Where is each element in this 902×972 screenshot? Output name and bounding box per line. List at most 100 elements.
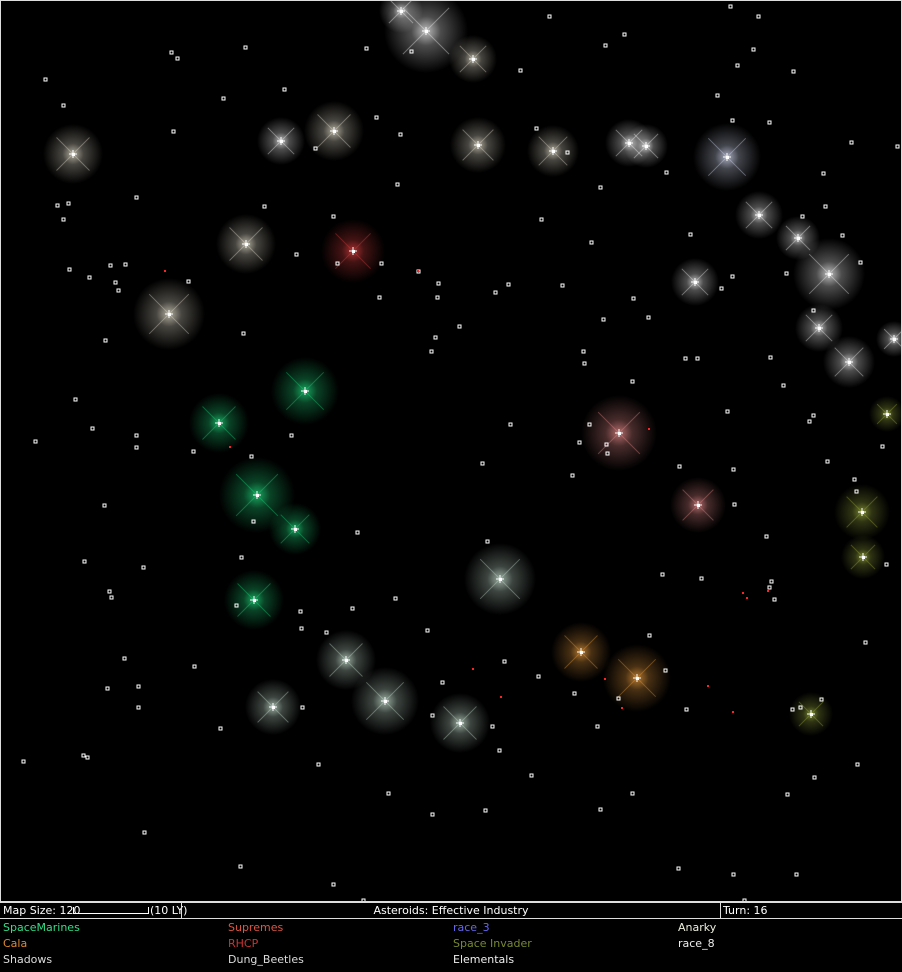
star-system[interactable] — [216, 214, 276, 274]
planet-dot[interactable] — [294, 252, 299, 257]
planet-dot[interactable] — [823, 204, 828, 209]
planet-dot[interactable] — [603, 43, 608, 48]
planet-dot[interactable] — [433, 335, 438, 340]
planet-dot[interactable] — [136, 684, 141, 689]
planet-dot[interactable] — [570, 473, 575, 478]
planet-dot[interactable] — [598, 807, 603, 812]
planet-dot[interactable] — [239, 555, 244, 560]
planet-dot[interactable] — [730, 274, 735, 279]
fleet-marker[interactable] — [767, 590, 769, 592]
fleet-marker[interactable] — [229, 446, 231, 448]
planet-dot[interactable] — [141, 565, 146, 570]
planet-dot[interactable] — [103, 338, 108, 343]
planet-dot[interactable] — [560, 283, 565, 288]
planet-dot[interactable] — [55, 203, 60, 208]
planet-dot[interactable] — [85, 755, 90, 760]
planet-dot[interactable] — [767, 585, 772, 590]
planet-dot[interactable] — [262, 204, 267, 209]
planet-dot[interactable] — [529, 773, 534, 778]
planet-dot[interactable] — [113, 280, 118, 285]
planet-dot[interactable] — [840, 233, 845, 238]
planet-dot[interactable] — [299, 626, 304, 631]
fleet-marker[interactable] — [707, 685, 709, 687]
star-system[interactable] — [624, 124, 668, 168]
planet-dot[interactable] — [807, 419, 812, 424]
star-system[interactable] — [257, 117, 305, 165]
fleet-marker[interactable] — [164, 270, 166, 272]
planet-dot[interactable] — [116, 288, 121, 293]
planet-dot[interactable] — [631, 296, 636, 301]
planet-dot[interactable] — [249, 454, 254, 459]
star-system[interactable] — [551, 622, 611, 682]
planet-dot[interactable] — [895, 144, 900, 149]
planet-dot[interactable] — [497, 748, 502, 753]
planet-dot[interactable] — [61, 217, 66, 222]
planet-dot[interactable] — [719, 286, 724, 291]
planet-dot[interactable] — [87, 275, 92, 280]
planet-dot[interactable] — [849, 140, 854, 145]
star-system[interactable] — [133, 278, 205, 350]
planet-dot[interactable] — [781, 383, 786, 388]
planet-dot[interactable] — [73, 397, 78, 402]
fleet-marker[interactable] — [604, 678, 606, 680]
fleet-marker[interactable] — [472, 668, 474, 670]
planet-dot[interactable] — [630, 379, 635, 384]
planet-dot[interactable] — [518, 68, 523, 73]
race-label[interactable]: Elementals — [453, 952, 514, 968]
planet-dot[interactable] — [67, 267, 72, 272]
planet-dot[interactable] — [331, 214, 336, 219]
star-system[interactable] — [449, 35, 497, 83]
planet-dot[interactable] — [90, 426, 95, 431]
planet-dot[interactable] — [684, 707, 689, 712]
planet-dot[interactable] — [136, 705, 141, 710]
planet-dot[interactable] — [688, 232, 693, 237]
race-label[interactable]: Cala — [3, 936, 27, 952]
star-system[interactable] — [430, 693, 490, 753]
race-label[interactable]: race_8 — [678, 936, 715, 952]
planet-dot[interactable] — [108, 263, 113, 268]
planet-dot[interactable] — [107, 589, 112, 594]
planet-dot[interactable] — [595, 724, 600, 729]
planet-dot[interactable] — [485, 539, 490, 544]
planet-dot[interactable] — [289, 433, 294, 438]
planet-dot[interactable] — [677, 464, 682, 469]
race-label[interactable]: Anarky — [678, 920, 716, 936]
planet-dot[interactable] — [241, 331, 246, 336]
planet-dot[interactable] — [243, 45, 248, 50]
planet-dot[interactable] — [480, 461, 485, 466]
planet-dot[interactable] — [425, 628, 430, 633]
planet-dot[interactable] — [601, 317, 606, 322]
planet-dot[interactable] — [855, 762, 860, 767]
planet-dot[interactable] — [664, 170, 669, 175]
planet-dot[interactable] — [122, 656, 127, 661]
planet-dot[interactable] — [785, 792, 790, 797]
fleet-marker[interactable] — [417, 270, 419, 272]
planet-dot[interactable] — [436, 281, 441, 286]
planet-dot[interactable] — [355, 530, 360, 535]
planet-dot[interactable] — [572, 691, 577, 696]
planet-dot[interactable] — [630, 791, 635, 796]
planet-dot[interactable] — [589, 240, 594, 245]
planet-dot[interactable] — [676, 866, 681, 871]
planet-dot[interactable] — [105, 686, 110, 691]
race-label[interactable]: Space Invader — [453, 936, 532, 952]
planet-dot[interactable] — [508, 422, 513, 427]
planet-dot[interactable] — [483, 808, 488, 813]
planet-dot[interactable] — [429, 349, 434, 354]
star-system[interactable] — [834, 484, 890, 540]
planet-dot[interactable] — [324, 630, 329, 635]
planet-dot[interactable] — [377, 295, 382, 300]
planet-dot[interactable] — [331, 882, 336, 887]
star-system[interactable] — [43, 124, 103, 184]
planet-dot[interactable] — [395, 182, 400, 187]
planet-dot[interactable] — [374, 115, 379, 120]
planet-dot[interactable] — [791, 69, 796, 74]
planet-dot[interactable] — [186, 279, 191, 284]
planet-dot[interactable] — [43, 77, 48, 82]
planet-dot[interactable] — [695, 356, 700, 361]
planet-dot[interactable] — [767, 120, 772, 125]
planet-dot[interactable] — [821, 171, 826, 176]
planet-dot[interactable] — [880, 444, 885, 449]
star-system[interactable] — [876, 321, 902, 357]
planet-dot[interactable] — [350, 606, 355, 611]
